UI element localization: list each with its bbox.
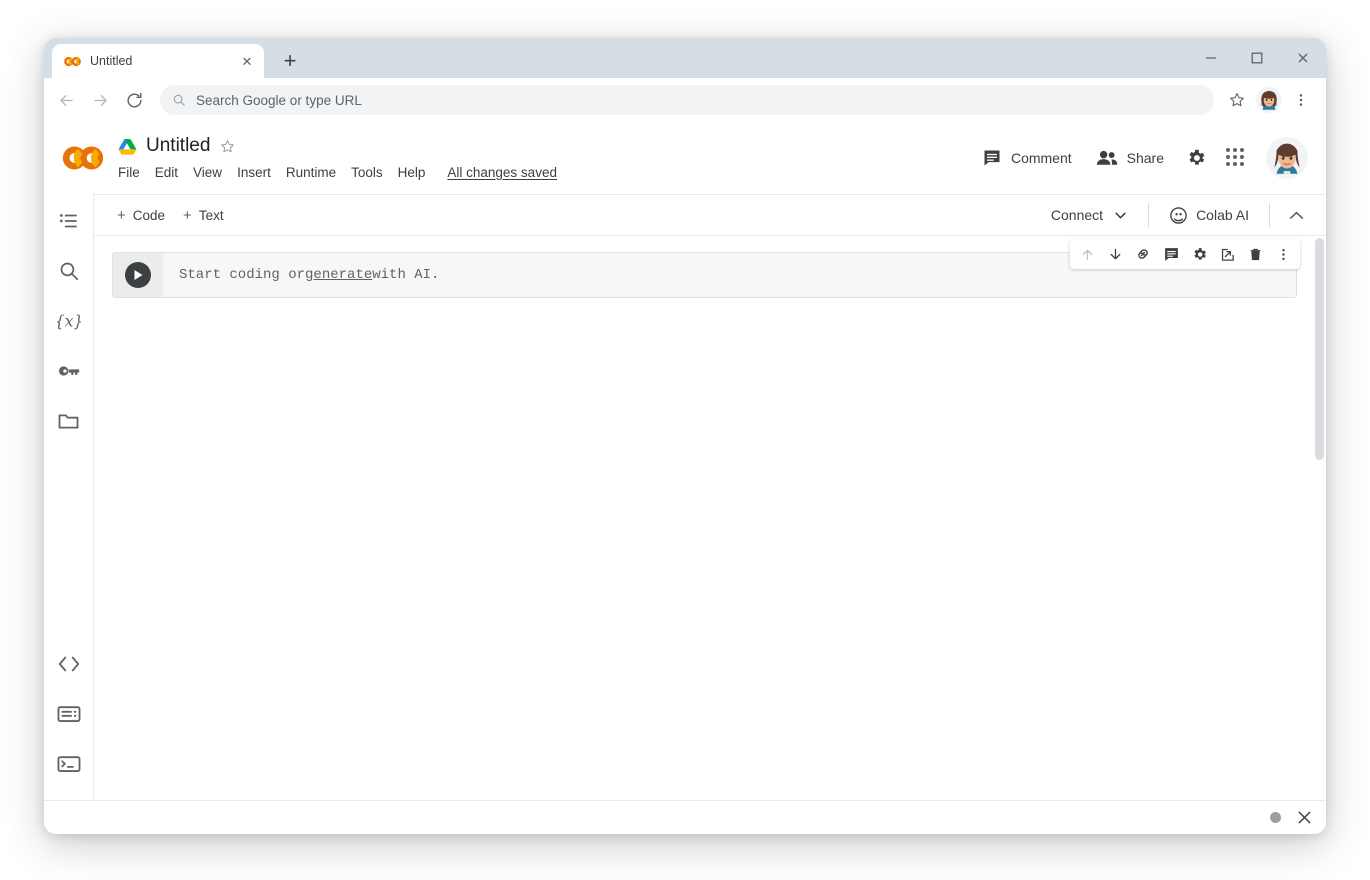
connect-label: Connect [1051,207,1103,223]
forward-arrow-icon[interactable] [84,84,116,116]
cell-toolbar [1070,239,1300,269]
share-button[interactable]: Share [1084,140,1176,176]
run-cell-button[interactable] [125,262,151,288]
browser-toolbar-right [1222,85,1316,115]
delete-cell-icon[interactable] [1242,241,1268,267]
close-tab-icon[interactable]: ✕ [238,52,256,70]
add-text-cell-button[interactable]: + Text [174,203,233,228]
colab-header: Untitled File Edit View Insert Runtime T… [44,122,1326,194]
account-avatar[interactable] [1266,137,1308,179]
star-outline-icon[interactable] [1222,85,1252,115]
open-in-new-tab-icon[interactable] [1214,241,1240,267]
tab-title: Untitled [90,54,229,68]
sidebar-item-terminal[interactable] [49,744,89,784]
notebook-body: {x} [44,236,1326,800]
colab-co-logo[interactable] [62,137,104,179]
people-icon [1096,148,1118,168]
reload-icon[interactable] [118,84,150,116]
notebook-title-block: Untitled File Edit View Insert Runtime T… [118,133,557,183]
notebook-canvas: Start coding or generate with AI. [94,236,1326,800]
sidebar-item-variables[interactable]: {x} [49,301,89,341]
add-code-label: Code [133,208,165,223]
window-controls [1188,38,1326,78]
save-status[interactable]: All changes saved [447,165,557,180]
browser-tab[interactable]: Untitled ✕ [52,44,264,78]
cell-gutter [113,253,163,297]
add-code-cell-button[interactable]: + Code [108,203,174,228]
status-bar [44,800,1326,834]
vertical-scrollbar[interactable] [1315,238,1324,460]
idle-status-dot[interactable] [1270,812,1281,823]
comment-button[interactable]: Comment [970,140,1084,176]
menu-file[interactable]: File [118,165,140,180]
cell-settings-icon[interactable] [1186,241,1212,267]
add-comment-icon[interactable] [1158,241,1184,267]
menu-help[interactable]: Help [398,165,426,180]
svg-text:{x}: {x} [57,312,81,331]
move-cell-up-icon[interactable] [1074,241,1100,267]
sidebar-item-secrets[interactable] [49,351,89,391]
generate-with-ai-link[interactable]: generate [305,267,372,283]
settings-gear-icon[interactable] [1176,138,1216,178]
cell-prompt-suffix: with AI. [372,267,439,283]
colab-ai-button[interactable]: Colab AI [1159,199,1259,232]
link-to-cell-icon[interactable] [1130,241,1156,267]
left-sidebar: {x} [44,193,94,800]
plus-icon: + [183,208,192,223]
toolbar-divider [1269,203,1270,227]
notebook-toolbar: + Code + Text Connect [94,194,1326,236]
sidebar-item-search[interactable] [49,251,89,291]
sidebar-item-code-snippets[interactable] [49,644,89,684]
address-bar[interactable]: Search Google or type URL [160,85,1214,115]
new-tab-button[interactable]: + [276,47,304,75]
back-arrow-icon[interactable] [50,84,82,116]
maximize-window-button[interactable] [1234,38,1280,78]
colab-ai-label: Colab AI [1196,207,1249,223]
move-cell-down-icon[interactable] [1102,241,1128,267]
notebook-toolbar-right: Connect Colab AI [1039,199,1312,232]
browser-window: Untitled ✕ + [44,38,1326,834]
page-title[interactable]: Untitled [146,135,210,157]
google-drive-icon [118,138,137,155]
collapse-chevron-up-icon[interactable] [1280,199,1312,231]
connect-button[interactable]: Connect [1039,200,1138,230]
apps-grid-icon[interactable] [1216,138,1256,178]
sidebar-item-command-palette[interactable] [49,694,89,734]
star-outline-icon[interactable] [219,138,236,155]
comment-label: Comment [1011,150,1072,166]
menu-edit[interactable]: Edit [155,165,178,180]
profile-avatar[interactable] [1256,87,1282,113]
plus-icon: + [117,208,126,223]
three-dot-menu-icon[interactable] [1286,85,1316,115]
sidebar-item-files[interactable] [49,401,89,441]
title-row: Untitled [118,133,557,159]
menu-runtime[interactable]: Runtime [286,165,336,180]
search-icon [172,93,186,107]
cell-prompt-prefix: Start coding or [179,267,305,283]
add-text-label: Text [199,208,224,223]
chevron-down-icon [1115,212,1126,219]
colab-logo-icon [64,55,81,68]
colab-ai-icon [1169,206,1188,225]
minimize-window-button[interactable] [1188,38,1234,78]
menu-tools[interactable]: Tools [351,165,383,180]
address-bar-placeholder: Search Google or type URL [196,93,362,108]
menu-bar: File Edit View Insert Runtime Tools Help… [118,161,557,183]
toolbar-divider [1148,203,1149,227]
menu-insert[interactable]: Insert [237,165,271,180]
apps-grid-dots [1226,148,1246,168]
more-cell-actions-icon[interactable] [1270,241,1296,267]
close-status-bar-icon[interactable] [1297,810,1312,825]
sidebar-item-table-of-contents[interactable] [49,201,89,241]
tab-strip: Untitled ✕ + [44,38,1326,78]
header-actions: Comment Share [970,137,1308,179]
menu-view[interactable]: View [193,165,222,180]
close-window-button[interactable] [1280,38,1326,78]
comment-icon [982,148,1002,168]
share-label: Share [1127,150,1164,166]
browser-toolbar: Search Google or type URL [44,78,1326,122]
